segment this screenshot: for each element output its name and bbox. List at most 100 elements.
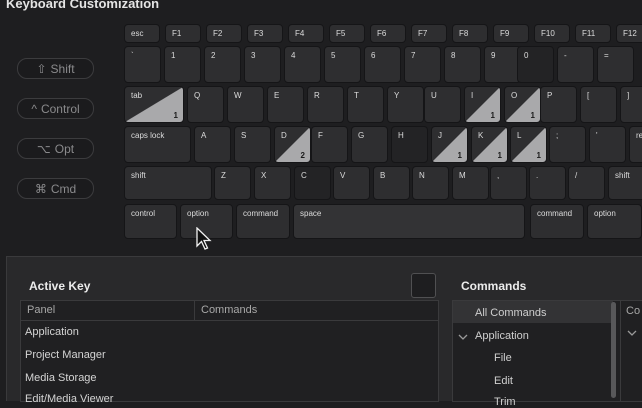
key-6[interactable]: 6 bbox=[364, 46, 401, 83]
key-f11[interactable]: F11 bbox=[575, 24, 611, 43]
key-slash-label: / bbox=[575, 171, 578, 180]
key-f5[interactable]: F5 bbox=[329, 24, 365, 43]
control-icon: ^ bbox=[31, 101, 37, 116]
key-j[interactable]: J1 bbox=[431, 126, 468, 163]
key-w-label: W bbox=[234, 91, 242, 100]
key-c[interactable]: C bbox=[294, 166, 331, 200]
key-g[interactable]: G bbox=[351, 126, 388, 163]
key-left-bracket[interactable]: [ bbox=[580, 86, 617, 123]
key-comma[interactable]: , bbox=[490, 166, 527, 200]
tree-item-edit[interactable]: Edit bbox=[494, 375, 513, 387]
key-7[interactable]: 7 bbox=[404, 46, 441, 83]
key-x[interactable]: X bbox=[254, 166, 291, 200]
key-equals[interactable]: = bbox=[597, 46, 634, 83]
chevron-down-icon[interactable] bbox=[627, 329, 637, 337]
key-command-left[interactable]: command bbox=[236, 204, 290, 239]
option-modifier-button[interactable]: ⌥ Opt bbox=[17, 138, 94, 159]
key-3[interactable]: 3 bbox=[244, 46, 281, 83]
key-w[interactable]: W bbox=[227, 86, 264, 123]
key-p[interactable]: P bbox=[540, 86, 577, 123]
key-5[interactable]: 5 bbox=[324, 46, 361, 83]
key-n[interactable]: N bbox=[412, 166, 449, 200]
key-space[interactable]: space bbox=[293, 204, 525, 239]
chevron-down-icon[interactable] bbox=[458, 333, 468, 341]
key-l[interactable]: L1 bbox=[510, 126, 547, 163]
key-f3[interactable]: F3 bbox=[247, 24, 283, 43]
active-key-heading: Active Key bbox=[29, 279, 91, 293]
tree-item-trim[interactable]: Trim bbox=[494, 396, 516, 408]
key-k[interactable]: K1 bbox=[471, 126, 508, 163]
key-b[interactable]: B bbox=[373, 166, 410, 200]
tree-item-file[interactable]: File bbox=[494, 352, 512, 364]
key-s[interactable]: S bbox=[234, 126, 271, 163]
tree-item-application[interactable]: Application bbox=[475, 330, 529, 342]
key-h[interactable]: H bbox=[391, 126, 428, 163]
key-r[interactable]: R bbox=[307, 86, 344, 123]
key-i[interactable]: I1 bbox=[464, 86, 501, 123]
key-2[interactable]: 2 bbox=[204, 46, 241, 83]
key-f2-label: F2 bbox=[213, 29, 223, 38]
key-tab-count: 1 bbox=[173, 111, 178, 120]
key-f4[interactable]: F4 bbox=[288, 24, 324, 43]
commands-column-header[interactable]: Commands bbox=[201, 304, 257, 316]
key-slash[interactable]: / bbox=[568, 166, 605, 200]
key-shift-right[interactable]: shift bbox=[608, 166, 642, 200]
key-esc[interactable]: esc bbox=[124, 24, 160, 43]
active-key-preview bbox=[411, 273, 436, 298]
table-row[interactable]: Project Manager bbox=[25, 349, 106, 361]
key-j-label: J bbox=[438, 131, 442, 140]
key-u[interactable]: U bbox=[424, 86, 461, 123]
key-period-label: . bbox=[536, 171, 539, 180]
key-return[interactable]: re bbox=[629, 126, 642, 163]
key-right-bracket[interactable]: ] bbox=[620, 86, 642, 123]
key-e[interactable]: E bbox=[267, 86, 304, 123]
key-shift-left[interactable]: shift bbox=[124, 166, 212, 200]
key-9[interactable]: 9 bbox=[484, 46, 521, 83]
key-period[interactable]: . bbox=[529, 166, 566, 200]
key-0[interactable]: 0 bbox=[517, 46, 554, 83]
key-i-label: I bbox=[471, 91, 474, 100]
key-tab[interactable]: tab 1 bbox=[124, 86, 184, 123]
key-option-right[interactable]: option bbox=[587, 204, 642, 239]
commands-scrollbar[interactable] bbox=[611, 302, 616, 398]
control-modifier-button[interactable]: ^ Control bbox=[17, 98, 94, 119]
key-f8[interactable]: F8 bbox=[452, 24, 488, 43]
key-t[interactable]: T bbox=[347, 86, 384, 123]
key-m[interactable]: M bbox=[452, 166, 489, 200]
key-8[interactable]: 8 bbox=[444, 46, 481, 83]
key-n-label: N bbox=[419, 171, 425, 180]
key-semicolon[interactable]: ; bbox=[549, 126, 586, 163]
key-quote[interactable]: ' bbox=[589, 126, 626, 163]
key-caps-lock[interactable]: caps lock bbox=[124, 126, 191, 163]
key-4[interactable]: 4 bbox=[284, 46, 321, 83]
key-f1[interactable]: F1 bbox=[165, 24, 201, 43]
key-control[interactable]: control bbox=[124, 204, 177, 239]
table-row[interactable]: Application bbox=[25, 326, 79, 338]
key-f9[interactable]: F9 bbox=[493, 24, 529, 43]
key-minus[interactable]: - bbox=[557, 46, 594, 83]
key-d[interactable]: D2 bbox=[274, 126, 311, 163]
key-1[interactable]: 1 bbox=[164, 46, 201, 83]
command-modifier-button[interactable]: ⌘ Cmd bbox=[17, 178, 94, 199]
shift-modifier-button[interactable]: ⇧ Shift bbox=[17, 58, 94, 79]
key-f[interactable]: F bbox=[311, 126, 348, 163]
tree-item-all-commands[interactable]: All Commands bbox=[475, 307, 547, 319]
key-o[interactable]: O1 bbox=[504, 86, 541, 123]
table-row[interactable]: Edit/Media Viewer bbox=[25, 393, 113, 405]
key-f6[interactable]: F6 bbox=[370, 24, 406, 43]
key-f10[interactable]: F10 bbox=[534, 24, 570, 43]
key-command-right[interactable]: command bbox=[530, 204, 584, 239]
panel-column-header[interactable]: Panel bbox=[27, 304, 55, 316]
key-backtick[interactable]: ` bbox=[124, 46, 161, 83]
key-f2[interactable]: F2 bbox=[206, 24, 242, 43]
key-q[interactable]: Q bbox=[187, 86, 224, 123]
key-y[interactable]: Y bbox=[387, 86, 424, 123]
key-f7[interactable]: F7 bbox=[411, 24, 447, 43]
key-f1-label: F1 bbox=[172, 29, 182, 38]
table-row[interactable]: Media Storage bbox=[25, 372, 97, 384]
key-z[interactable]: Z bbox=[214, 166, 251, 200]
key-f-label: F bbox=[318, 131, 323, 140]
key-a[interactable]: A bbox=[194, 126, 231, 163]
key-f12[interactable]: F12 bbox=[616, 24, 642, 43]
key-v[interactable]: V bbox=[333, 166, 370, 200]
